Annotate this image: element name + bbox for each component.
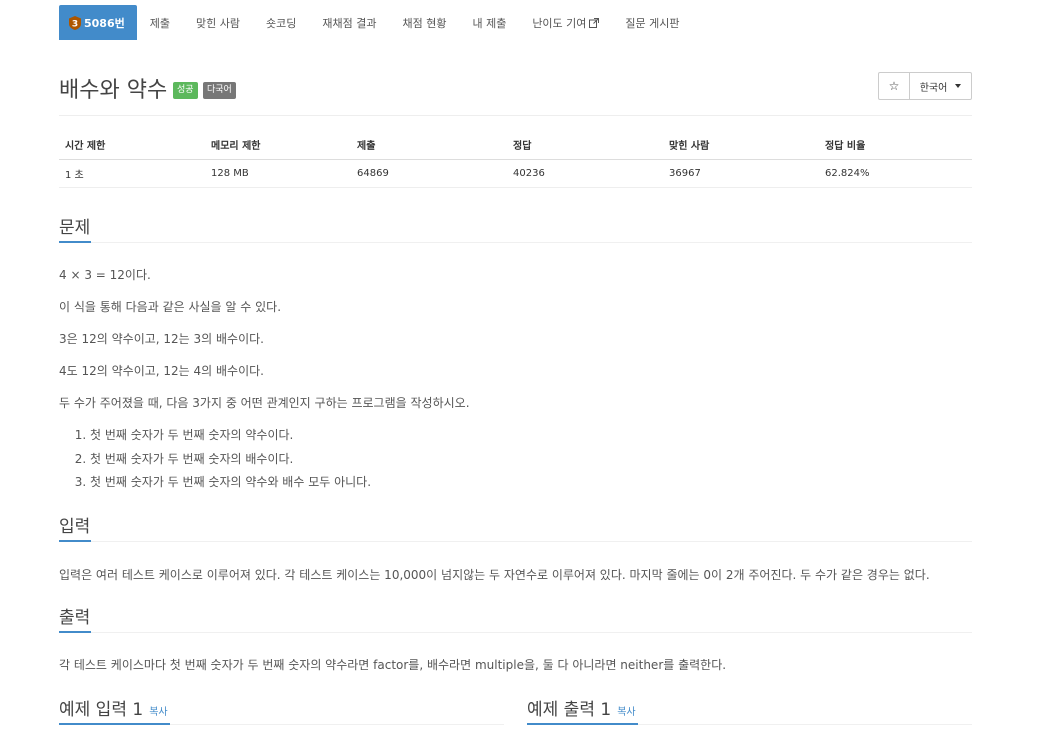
problem-paragraph: 4도 12의 약수이고, 12는 4의 배수이다. — [59, 364, 264, 378]
problem-paragraph: 4 × 3 = 12이다. — [59, 268, 151, 282]
star-button[interactable]: ☆ — [879, 73, 910, 99]
sample-output-heading: 예제 출력 1 복사 — [527, 695, 972, 725]
tab-problem-number[interactable]: 3 5086번 — [59, 5, 137, 40]
section-title: 예제 출력 1 — [527, 700, 612, 720]
section-divider — [59, 541, 972, 542]
problem-paragraph: 두 수가 주어졌을 때, 다음 3가지 중 어떤 관계인지 구하는 프로그램을 … — [59, 396, 470, 410]
section-problem-heading: 문제 — [59, 213, 972, 243]
section-title: 문제 — [59, 218, 91, 238]
problem-paragraph: 3은 12의 약수이고, 12는 3의 배수이다. — [59, 332, 264, 346]
tier-medal-icon: 3 — [69, 15, 81, 30]
problem-paragraph: 이 식을 통해 다음과 같은 사실을 알 수 있다. — [59, 300, 282, 314]
relation-list: 첫 번째 숫자가 두 번째 숫자의 약수이다. 첫 번째 숫자가 두 번째 숫자… — [59, 426, 371, 497]
tab-label: 5086번 — [84, 16, 125, 30]
header-time-limit: 시간 제한 — [59, 130, 205, 160]
section-accent — [59, 540, 91, 542]
sample-input-heading: 예제 입력 1 복사 — [59, 695, 504, 725]
header-submissions: 제출 — [351, 130, 507, 160]
section-accent — [527, 723, 638, 725]
accept-ratio-value: 62.824% — [819, 159, 972, 188]
tab-difficulty-contribution[interactable]: 난이도 기여 — [519, 5, 612, 40]
problem-info-table: 시간 제한 메모리 제한 제출 정답 맞힌 사람 정답 비율 1 초 128 M… — [59, 130, 972, 188]
list-item: 첫 번째 숫자가 두 번째 숫자의 배수이다. — [90, 450, 371, 474]
header-accept-ratio: 정답 비율 — [819, 130, 972, 160]
list-item: 첫 번째 숫자가 두 번째 숫자의 약수이다. — [90, 426, 371, 450]
problem-tabs: 3 5086번 제출 맞힌 사람 숏코딩 재채점 결과 채점 현황 내 제출 난… — [59, 5, 972, 40]
accepted-value: 40236 — [507, 159, 663, 188]
copy-sample-input-button[interactable]: 복사 — [149, 707, 167, 718]
title-divider — [59, 115, 972, 116]
copy-sample-output-button[interactable]: 복사 — [617, 707, 635, 718]
table-header-row: 시간 제한 메모리 제한 제출 정답 맞힌 사람 정답 비율 — [59, 130, 972, 160]
memory-limit-value: 128 MB — [205, 159, 351, 188]
section-accent — [59, 631, 91, 633]
submissions-value: 64869 — [351, 159, 507, 188]
section-title: 출력 — [59, 608, 91, 628]
tab-status[interactable]: 채점 현황 — [389, 5, 459, 40]
output-description: 각 테스트 케이스마다 첫 번째 숫자가 두 번째 숫자의 약수라면 facto… — [59, 658, 727, 672]
problem-header: 배수와 약수 성공 다국어 ☆ 한국어 — [59, 68, 972, 108]
solved-users-value: 36967 — [663, 159, 819, 188]
problem-actions: ☆ 한국어 — [878, 72, 972, 100]
tab-submit[interactable]: 제출 — [137, 5, 183, 40]
header-accepted: 정답 — [507, 130, 663, 160]
problem-page: 3 5086번 제출 맞힌 사람 숏코딩 재채점 결과 채점 현황 내 제출 난… — [0, 0, 1043, 735]
section-input-heading: 입력 — [59, 512, 972, 542]
external-link-icon — [589, 17, 600, 28]
list-item: 첫 번째 숫자가 두 번째 숫자의 약수와 배수 모두 아니다. — [90, 473, 371, 497]
svg-text:3: 3 — [72, 19, 78, 29]
tab-solved-users[interactable]: 맞힌 사람 — [183, 5, 253, 40]
tab-rejudge-results[interactable]: 재채점 결과 — [309, 5, 389, 40]
star-icon: ☆ — [888, 79, 900, 93]
section-accent — [59, 241, 91, 243]
section-title: 예제 입력 1 — [59, 700, 144, 720]
sample-heading-text: 예제 입력 1 복사 — [59, 695, 168, 720]
language-dropdown[interactable]: 한국어 — [910, 73, 971, 99]
caret-down-icon — [955, 84, 962, 88]
tab-my-submissions[interactable]: 내 제출 — [459, 5, 519, 40]
status-badge-multilang: 다국어 — [203, 82, 236, 99]
section-divider — [59, 632, 972, 633]
problem-title: 배수와 약수 — [59, 78, 168, 103]
tab-label: 난이도 기여 — [532, 16, 587, 30]
language-label: 한국어 — [919, 82, 948, 94]
header-solved-users: 맞힌 사람 — [663, 130, 819, 160]
section-divider — [59, 242, 972, 243]
table-row: 1 초 128 MB 64869 40236 36967 62.824% — [59, 159, 972, 188]
time-limit-value: 1 초 — [59, 159, 205, 188]
section-title: 입력 — [59, 517, 91, 537]
input-description: 입력은 여러 테스트 케이스로 이루어져 있다. 각 테스트 케이스는 10,0… — [59, 568, 930, 582]
section-accent — [59, 723, 170, 725]
status-badge-success: 성공 — [173, 82, 198, 99]
tab-qna-board[interactable]: 질문 게시판 — [612, 5, 692, 40]
sample-heading-text: 예제 출력 1 복사 — [527, 695, 636, 720]
header-memory-limit: 메모리 제한 — [205, 130, 351, 160]
tab-short-coding[interactable]: 숏코딩 — [253, 5, 309, 40]
section-output-heading: 출력 — [59, 603, 972, 633]
